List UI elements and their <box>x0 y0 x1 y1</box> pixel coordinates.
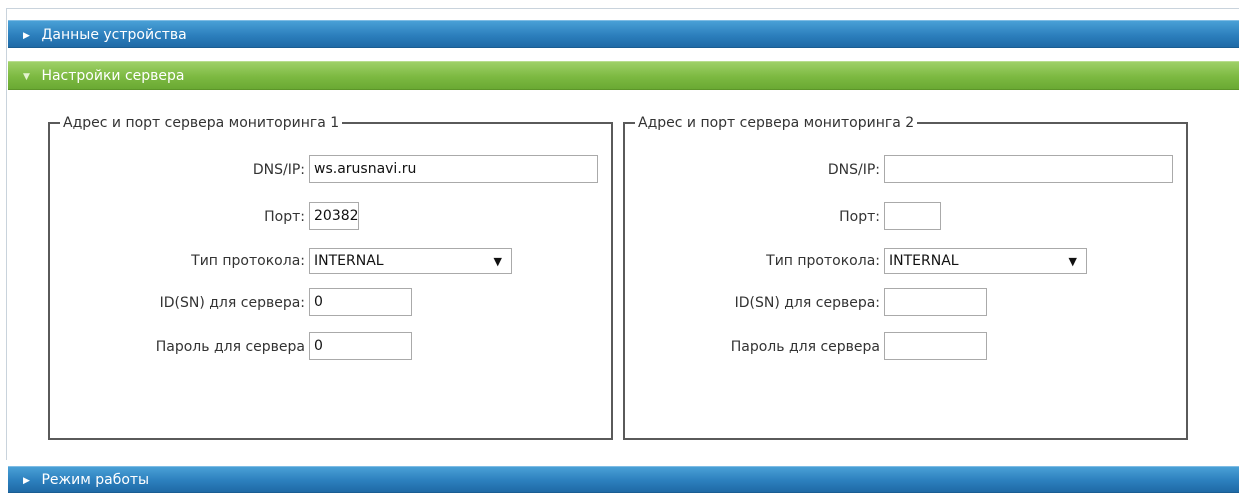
section-title: Данные устройства <box>41 27 187 43</box>
port-label: Порт: <box>264 209 305 225</box>
id-row: ID(SN) для сервера: <box>625 288 880 318</box>
protocol-row: Тип протокола: <box>625 246 880 276</box>
server1-fieldset: Адрес и порт сервера мониторинга 1 DNS/I… <box>48 113 613 440</box>
password-row: Пароль для сервера <box>625 332 880 362</box>
password-input[interactable] <box>884 332 987 360</box>
protocol-select[interactable]: INTERNAL ▼ <box>884 248 1087 274</box>
id-input[interactable]: 0 <box>309 288 412 316</box>
password-label: Пароль для сервера <box>730 339 880 355</box>
protocol-value: INTERNAL <box>889 253 959 269</box>
caret-right-icon: ▶ <box>23 31 30 41</box>
section-title: Режим работы <box>41 472 150 488</box>
password-label: Пароль для сервера <box>155 339 305 355</box>
id-label: ID(SN) для сервера: <box>734 295 880 311</box>
section-header-work-mode[interactable]: ▶ Режим работы <box>8 466 1239 493</box>
fieldset-legend: Адрес и порт сервера мониторинга 1 <box>60 113 343 133</box>
dns-label: DNS/IP: <box>252 162 305 178</box>
section-header-server-settings[interactable]: ▼ Настройки сервера <box>8 61 1239 90</box>
dns-row: DNS/IP: <box>625 155 880 185</box>
caret-down-icon: ▼ <box>23 72 30 82</box>
dropdown-arrow-icon: ▼ <box>493 255 502 268</box>
password-input[interactable]: 0 <box>309 332 412 360</box>
password-row: Пароль для сервера <box>50 332 305 362</box>
fieldset-legend: Адрес и порт сервера мониторинга 2 <box>635 113 918 133</box>
port-input[interactable]: 20382 <box>309 202 359 230</box>
dropdown-arrow-icon: ▼ <box>1068 255 1077 268</box>
port-row: Порт: <box>625 202 880 232</box>
port-row: Порт: <box>50 202 305 232</box>
protocol-value: INTERNAL <box>314 253 384 269</box>
dns-label: DNS/IP: <box>827 162 880 178</box>
protocol-label: Тип протокола: <box>191 253 305 269</box>
port-label: Порт: <box>839 209 880 225</box>
id-row: ID(SN) для сервера: <box>50 288 305 318</box>
dns-input[interactable]: ws.arusnavi.ru <box>309 155 598 183</box>
server2-fieldset: Адрес и порт сервера мониторинга 2 DNS/I… <box>623 113 1188 440</box>
section-header-device-data[interactable]: ▶ Данные устройства <box>8 20 1239 48</box>
protocol-row: Тип протокола: <box>50 246 305 276</box>
protocol-label: Тип протокола: <box>766 253 880 269</box>
id-label: ID(SN) для сервера: <box>159 295 305 311</box>
id-input[interactable] <box>884 288 987 316</box>
port-input[interactable] <box>884 202 941 230</box>
protocol-select[interactable]: INTERNAL ▼ <box>309 248 512 274</box>
dns-input[interactable] <box>884 155 1173 183</box>
dns-row: DNS/IP: <box>50 155 305 185</box>
caret-right-icon: ▶ <box>23 476 30 486</box>
section-title: Настройки сервера <box>41 68 185 84</box>
